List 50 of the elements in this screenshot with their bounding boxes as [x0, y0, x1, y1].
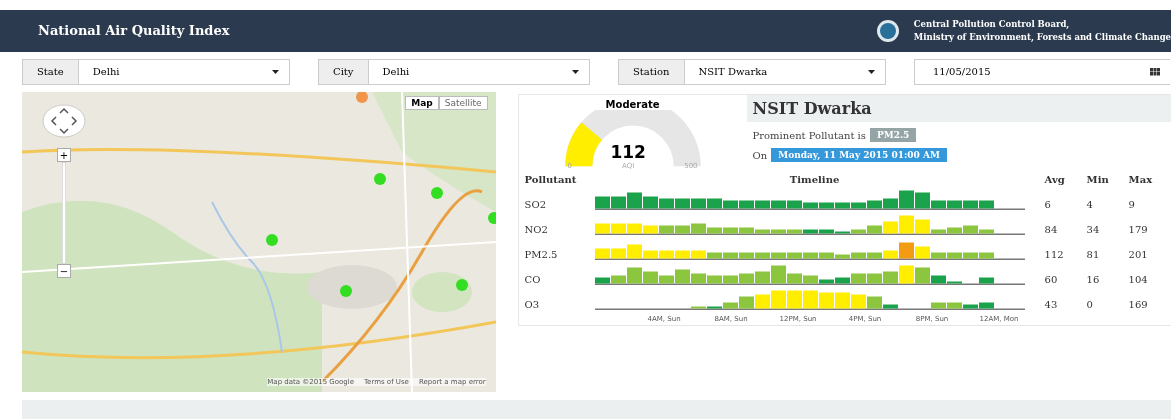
pollutant-name: O3: [524, 299, 541, 311]
min-cell-text: 4: [1085, 199, 1094, 211]
prominent-label: Prominent Pollutant is: [752, 129, 866, 141]
map-type-button[interactable]: Map: [405, 96, 439, 111]
pollutant-name: SO2: [524, 199, 547, 211]
pan-control-icon[interactable]: [42, 104, 86, 139]
min-cell-text: 81: [1085, 249, 1101, 261]
ministry-name: Ministry of Environment, Forests and Climate Change: [913, 30, 1171, 44]
max-cell-text: 104: [1127, 274, 1149, 286]
map-marker[interactable]: [374, 173, 386, 186]
max-cell-text: 169: [1127, 299, 1149, 311]
organization-name: Central Pollution Control Board,: [913, 17, 1071, 31]
date-label: On: [752, 149, 768, 161]
avg-cell-text: 112: [1043, 249, 1065, 261]
map-marker[interactable]: [431, 187, 443, 200]
aqi-category: Moderate: [605, 99, 660, 111]
datetime-tag: Monday, 11 May 2015 01:00 AM: [771, 148, 947, 163]
aqi-value: 112: [610, 142, 646, 163]
zoom-in-button[interactable]: +: [57, 148, 71, 163]
map-marker[interactable]: [456, 279, 468, 292]
min-cell-text: 16: [1085, 274, 1101, 286]
zoom-out-button[interactable]: −: [57, 264, 71, 279]
column-header: Pollutant: [524, 174, 578, 186]
map-marker[interactable]: [266, 234, 278, 247]
max-cell-text: 179: [1127, 224, 1149, 236]
map-type-button[interactable]: Satellite: [438, 96, 488, 111]
max-cell-text: 201: [1127, 249, 1149, 261]
max-cell-text: 9: [1127, 199, 1136, 211]
avg-cell-text: 6: [1043, 199, 1052, 211]
pollutant-name: CO: [524, 274, 542, 286]
avg-cell-text: 43: [1043, 299, 1059, 311]
app-title: National Air Quality Index: [38, 23, 231, 39]
zoom-slider-track[interactable]: [62, 162, 66, 265]
pollutant-name: PM2.5: [524, 249, 559, 261]
map-marker[interactable]: [340, 285, 352, 298]
map-marker[interactable]: [488, 212, 496, 225]
min-cell-text: 0: [1085, 299, 1094, 311]
emblem-icon: [875, 18, 900, 43]
pollutant-name: NO2: [524, 224, 549, 236]
column-header: Avg: [1043, 174, 1066, 186]
column-header: Timeline: [788, 174, 841, 186]
calendar-icon: [1150, 67, 1160, 76]
pollutant-tag: PM2.5: [869, 128, 917, 143]
avg-cell-text: 60: [1043, 274, 1059, 286]
station-name: NSIT Dwarka: [746, 95, 1171, 123]
avg-cell-text: 84: [1043, 224, 1059, 236]
column-header: Min: [1085, 174, 1110, 186]
column-header: Max: [1127, 174, 1154, 186]
min-cell-text: 34: [1085, 224, 1101, 236]
map-marker[interactable]: [356, 92, 368, 104]
